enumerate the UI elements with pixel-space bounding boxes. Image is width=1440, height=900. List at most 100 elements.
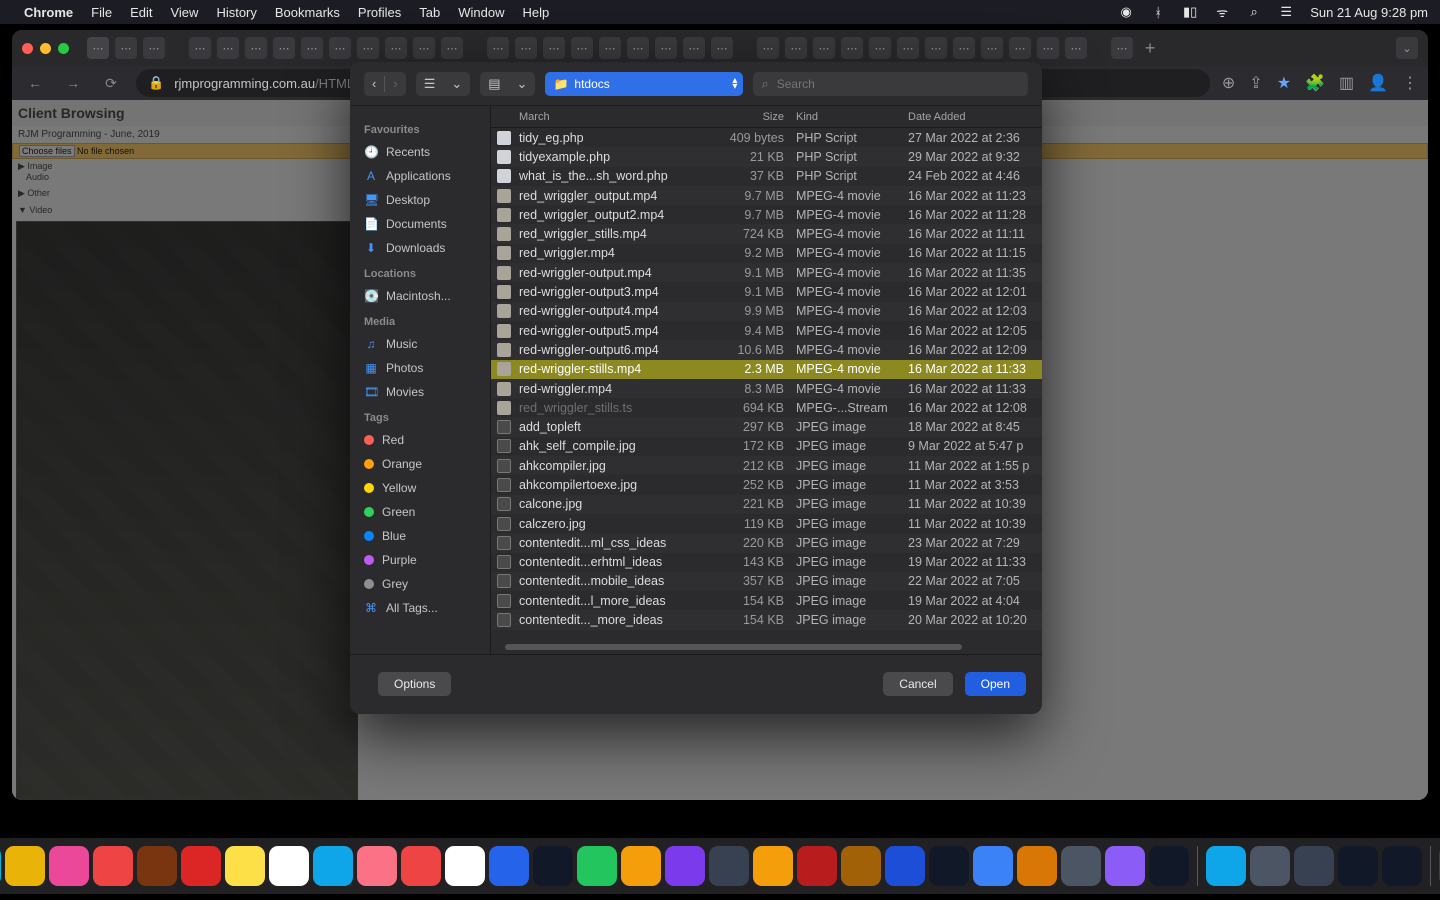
group-toggle[interactable]: ▤⌄ — [480, 72, 535, 96]
menu-app[interactable]: Chrome — [24, 5, 73, 20]
new-tab-button[interactable]: + — [1139, 37, 1161, 59]
tab-icon[interactable]: ⋯ — [301, 37, 323, 59]
wifi-icon[interactable]: ᯤ — [1214, 3, 1230, 21]
dock-app[interactable] — [841, 846, 881, 886]
sidebar-item[interactable]: 🕘Recents — [364, 140, 484, 164]
tab-icon[interactable]: ⋯ — [329, 37, 351, 59]
tab-icon[interactable]: ⋯ — [1111, 37, 1133, 59]
nav-fwd-icon[interactable]: › — [385, 72, 405, 96]
tab-icon[interactable]: ⋯ — [441, 37, 463, 59]
tab-icon[interactable]: ⋯ — [981, 37, 1003, 59]
dock-app[interactable] — [533, 846, 573, 886]
file-row[interactable]: ahkcompilertoexe.jpg252 KBJPEG image11 M… — [491, 475, 1042, 494]
file-row[interactable]: red_wriggler_output.mp49.7 MBMPEG-4 movi… — [491, 186, 1042, 205]
grid-icon[interactable]: ▤ — [480, 72, 508, 96]
sidebar-item[interactable]: Blue — [364, 524, 484, 548]
dropdown-icon[interactable]: ⌄ — [509, 72, 536, 96]
file-row[interactable]: red_wriggler_stills.mp4724 KBMPEG-4 movi… — [491, 224, 1042, 243]
bookmark-star-icon[interactable]: ★ — [1277, 73, 1291, 93]
record-icon[interactable]: ◉ — [1118, 4, 1134, 20]
dock-app[interactable] — [797, 846, 837, 886]
tab-icon[interactable]: ⋯ — [655, 37, 677, 59]
col-size[interactable]: Size — [716, 111, 796, 123]
search-icon[interactable]: ⌕ — [1246, 4, 1262, 20]
tab-icon[interactable]: ⋯ — [925, 37, 947, 59]
dock-app[interactable] — [1382, 846, 1422, 886]
window-minimize[interactable] — [40, 43, 51, 54]
tab-icon[interactable]: ⋯ — [217, 37, 239, 59]
dock-app[interactable] — [973, 846, 1013, 886]
dock-app[interactable] — [885, 846, 925, 886]
file-row[interactable]: red-wriggler-output.mp49.1 MBMPEG-4 movi… — [491, 263, 1042, 282]
tab-icon[interactable]: ⋯ — [273, 37, 295, 59]
menu-file[interactable]: File — [91, 5, 112, 20]
file-row[interactable]: tidyexample.php21 KBPHP Script29 Mar 202… — [491, 147, 1042, 166]
sidebar-item[interactable]: 💽Macintosh... — [364, 284, 484, 308]
sidebar-item[interactable]: Red — [364, 428, 484, 452]
dock-app[interactable] — [137, 846, 177, 886]
dock-app[interactable] — [753, 846, 793, 886]
view-list-toggle[interactable]: ☰⌄ — [416, 72, 471, 96]
file-row[interactable]: red-wriggler-output6.mp410.6 MBMPEG-4 mo… — [491, 340, 1042, 359]
col-kind[interactable]: Kind — [796, 111, 908, 123]
window-close[interactable] — [22, 43, 33, 54]
menu-view[interactable]: View — [170, 5, 198, 20]
sidebar-item[interactable]: Green — [364, 500, 484, 524]
dock-app[interactable] — [225, 846, 265, 886]
tab-icon[interactable]: ⋯ — [1065, 37, 1087, 59]
options-button[interactable]: Options — [378, 672, 451, 696]
tab-icon[interactable]: ⋯ — [1009, 37, 1031, 59]
tab-icon[interactable]: ⋯ — [1037, 37, 1059, 59]
extensions-icon[interactable]: 🧩 — [1305, 73, 1325, 93]
menu-edit[interactable]: Edit — [130, 5, 152, 20]
tab-icon[interactable]: ⋯ — [357, 37, 379, 59]
file-row[interactable]: red_wriggler.mp49.2 MBMPEG-4 movie16 Mar… — [491, 244, 1042, 263]
tab-icon[interactable]: ⋯ — [757, 37, 779, 59]
kebab-menu-icon[interactable]: ⋮ — [1402, 73, 1418, 93]
sidebar-item[interactable]: Orange — [364, 452, 484, 476]
tab-icon[interactable]: ⋯ — [841, 37, 863, 59]
search-input[interactable] — [777, 77, 1020, 91]
sidebar-item[interactable]: Grey — [364, 572, 484, 596]
tab-icon[interactable]: ⋯ — [785, 37, 807, 59]
file-row[interactable]: ahk_self_compile.jpg172 KBJPEG image9 Ma… — [491, 437, 1042, 456]
share-icon[interactable]: ⇪ — [1249, 73, 1262, 93]
tab-icon[interactable]: ⋯ — [543, 37, 565, 59]
col-name[interactable]: March — [511, 111, 716, 123]
file-row[interactable]: contentedit..._more_ideas154 KBJPEG imag… — [491, 610, 1042, 629]
profile-avatar[interactable]: 👤 — [1368, 73, 1388, 93]
file-row[interactable]: contentedit...ml_css_ideas220 KBJPEG ima… — [491, 533, 1042, 552]
file-row[interactable]: calczero.jpg119 KBJPEG image11 Mar 2022 … — [491, 514, 1042, 533]
tab-icon[interactable]: ⋯ — [245, 37, 267, 59]
file-row[interactable]: contentedit...erhtml_ideas143 KBJPEG ima… — [491, 553, 1042, 572]
battery-icon[interactable]: ▮▯ — [1182, 4, 1198, 20]
nav-forward-icon[interactable]: → — [60, 70, 86, 96]
open-button[interactable]: Open — [965, 672, 1026, 696]
menu-profiles[interactable]: Profiles — [358, 5, 401, 20]
file-row[interactable]: ahkcompiler.jpg212 KBJPEG image11 Mar 20… — [491, 456, 1042, 475]
dock-app[interactable] — [0, 846, 1, 886]
tab-icon[interactable]: ⋯ — [683, 37, 705, 59]
nav-reload-icon[interactable]: ⟳ — [98, 70, 124, 96]
sidebar-all-tags[interactable]: ⌘All Tags... — [364, 596, 484, 620]
file-row[interactable]: red-wriggler-output4.mp49.9 MBMPEG-4 mov… — [491, 302, 1042, 321]
sidebar-item[interactable]: 🖥Desktop — [364, 188, 484, 212]
dock-app[interactable] — [1294, 846, 1334, 886]
menu-tab[interactable]: Tab — [419, 5, 440, 20]
tab-icon[interactable]: ⋯ — [385, 37, 407, 59]
file-row[interactable]: calcone.jpg221 KBJPEG image11 Mar 2022 a… — [491, 495, 1042, 514]
sidebar-item[interactable]: 📄Documents — [364, 212, 484, 236]
cancel-button[interactable]: Cancel — [883, 672, 952, 696]
menu-help[interactable]: Help — [523, 5, 550, 20]
tab-icon[interactable]: ⋯ — [115, 37, 137, 59]
list-view-icon[interactable]: ☰ — [416, 72, 444, 96]
clock[interactable]: Sun 21 Aug 9:28 pm — [1310, 5, 1428, 20]
nav-back-icon[interactable]: ‹ — [364, 72, 384, 96]
menu-bookmarks[interactable]: Bookmarks — [275, 5, 340, 20]
tab-icon[interactable]: ⋯ — [143, 37, 165, 59]
sidebar-item[interactable]: Yellow — [364, 476, 484, 500]
tab-icon[interactable]: ⋯ — [413, 37, 435, 59]
file-row[interactable]: tidy_eg.php409 bytesPHP Script27 Mar 202… — [491, 128, 1042, 147]
tab-icon[interactable]: ⋯ — [627, 37, 649, 59]
nav-back-icon[interactable]: ← — [22, 70, 48, 96]
